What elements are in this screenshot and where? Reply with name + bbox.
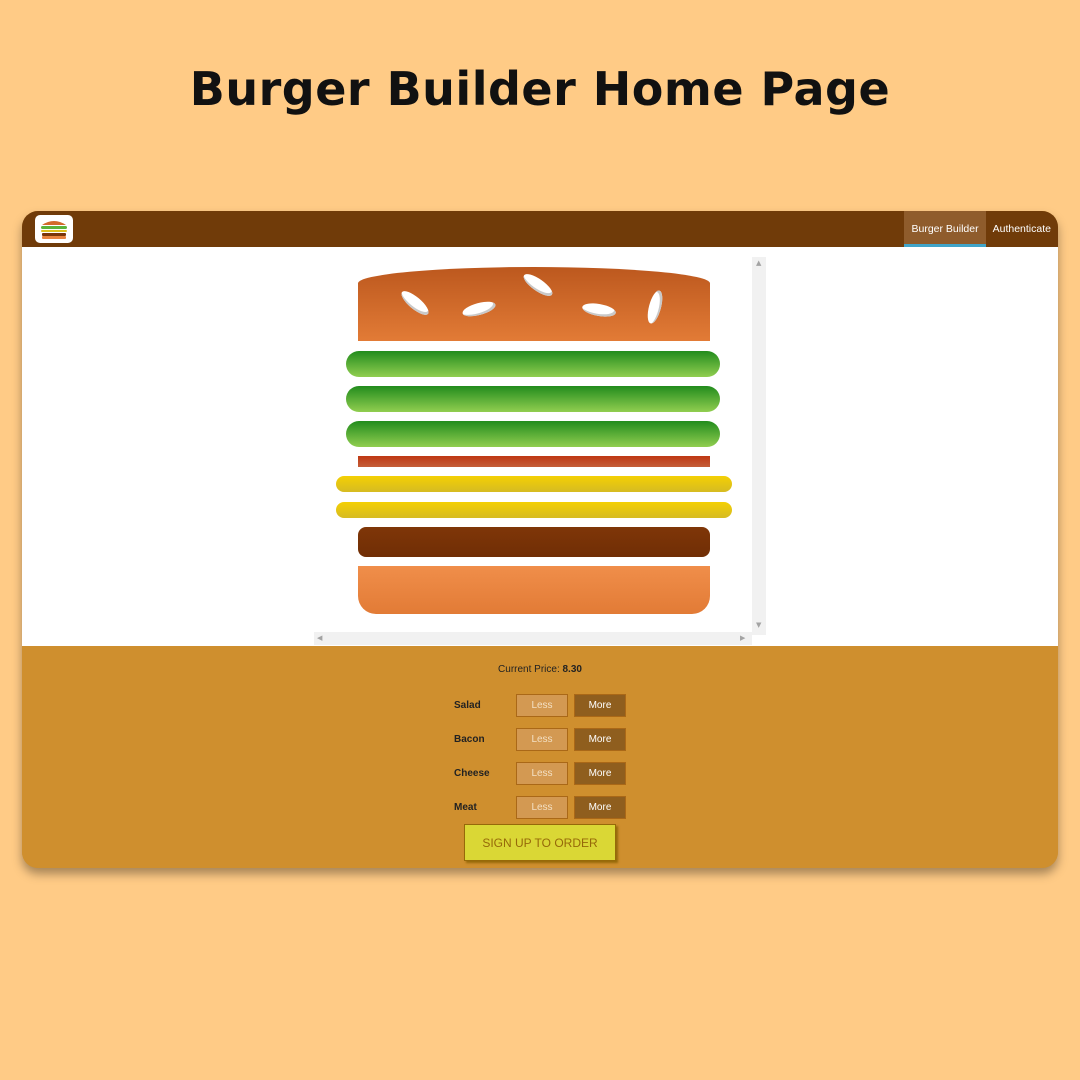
less-bacon-button[interactable]: Less: [516, 727, 568, 751]
more-cheese-button[interactable]: More: [574, 761, 626, 785]
less-cheese-button[interactable]: Less: [516, 761, 568, 785]
burger-logo-icon[interactable]: [35, 215, 73, 243]
salad-layer: [346, 421, 720, 447]
seed: [520, 270, 556, 300]
build-control-cheese: Cheese Less More: [454, 761, 626, 785]
more-bacon-button[interactable]: More: [574, 727, 626, 751]
ingredient-label: Salad: [454, 699, 481, 711]
page-heading: Burger Builder Home Page: [189, 62, 891, 116]
ingredient-label: Meat: [454, 801, 477, 813]
salad-layer: [346, 386, 720, 412]
toolbar: Burger Builder Authenticate: [22, 211, 1058, 247]
burger-preview-area: ▲ ▼ ◀ ▶: [22, 247, 1058, 646]
vertical-scrollbar[interactable]: ▲ ▼: [752, 257, 766, 635]
salad-layer: [346, 351, 720, 377]
build-control-salad: Salad Less More: [454, 693, 626, 717]
app-window: Burger Builder Authenticate ▲ ▼ ◀ ▶ Curr…: [22, 211, 1058, 868]
more-meat-button[interactable]: More: [574, 795, 626, 819]
less-meat-button[interactable]: Less: [516, 795, 568, 819]
less-salad-button[interactable]: Less: [516, 693, 568, 717]
bread-bottom: [358, 566, 710, 614]
meat-layer: [358, 527, 710, 557]
price-value: 8.30: [562, 664, 582, 675]
sign-up-to-order-button[interactable]: SIGN UP TO ORDER: [464, 824, 616, 861]
current-price: Current Price: 8.30: [22, 664, 1058, 675]
more-salad-button[interactable]: More: [574, 693, 626, 717]
nav-item-burger-builder[interactable]: Burger Builder: [904, 211, 986, 247]
price-label: Current Price:: [498, 664, 560, 675]
nav-items: Burger Builder Authenticate: [904, 211, 1058, 247]
ingredient-label: Cheese: [454, 767, 490, 779]
build-control-meat: Meat Less More: [454, 795, 626, 819]
cheese-layer: [336, 502, 732, 518]
seed: [461, 298, 497, 320]
bread-top: [358, 267, 710, 341]
build-controls: Current Price: 8.30 Salad Less More Baco…: [22, 646, 1058, 868]
scroll-down-icon[interactable]: ▼: [756, 621, 761, 629]
seed: [644, 289, 666, 325]
cheese-layer: [336, 476, 732, 492]
burger: [314, 257, 766, 645]
ingredient-label: Bacon: [454, 733, 485, 745]
bacon-layer: [358, 456, 710, 467]
build-control-bacon: Bacon Less More: [454, 727, 626, 751]
seed: [581, 301, 617, 319]
seed: [398, 287, 432, 319]
horizontal-scrollbar[interactable]: ◀ ▶: [314, 632, 752, 645]
scroll-left-icon[interactable]: ◀: [317, 634, 322, 642]
scroll-up-icon[interactable]: ▲: [756, 259, 761, 267]
nav-item-authenticate[interactable]: Authenticate: [986, 211, 1058, 247]
scroll-right-icon[interactable]: ▶: [740, 634, 745, 642]
